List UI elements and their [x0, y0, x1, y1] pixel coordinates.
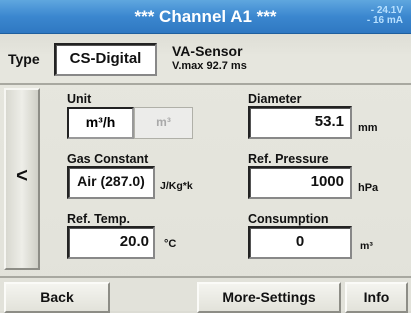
vmax-info: V.max 92.7 ms [172, 60, 247, 72]
ref-temp-value[interactable]: 20.0 [67, 226, 149, 259]
divider [0, 83, 411, 85]
consumption-value[interactable]: 0 [248, 226, 352, 259]
ref-temp-label: Ref. Temp. [67, 212, 130, 226]
diameter-unit: mm [358, 122, 378, 134]
diameter-value[interactable]: 53.1 [248, 106, 344, 139]
more-settings-button[interactable]: More-Settings [197, 282, 341, 313]
page-title: *** Channel A1 *** [134, 7, 277, 26]
consumption-label: Consumption [248, 212, 329, 226]
gas-constant-value[interactable]: Air (287.0) [67, 166, 155, 199]
chevron-left-icon[interactable]: < [4, 165, 40, 188]
info-button[interactable]: Info [345, 282, 408, 313]
type-label: Type [8, 51, 40, 67]
ref-temp-unit: °C [164, 238, 177, 250]
sensor-name: VA-Sensor [172, 43, 243, 59]
unit-option-m3-label[interactable]: m³ [134, 107, 193, 139]
ref-pressure-unit: hPa [358, 182, 379, 194]
divider [0, 276, 411, 278]
ref-pressure-label: Ref. Pressure [248, 152, 329, 166]
back-button[interactable]: Back [4, 282, 110, 313]
gas-constant-unit: J/Kg*k [160, 180, 193, 192]
diameter-label: Diameter [248, 92, 302, 106]
consumption-unit: m³ [360, 240, 373, 252]
unit-option-m3h-label[interactable]: m³/h [67, 107, 134, 139]
ref-pressure-value[interactable]: 1000 [248, 166, 344, 199]
type-value[interactable]: CS-Digital [54, 43, 157, 76]
unit-label: Unit [67, 92, 92, 106]
supply-current: - 16 mA [366, 15, 403, 26]
gas-constant-label: Gas Constant [67, 152, 149, 166]
